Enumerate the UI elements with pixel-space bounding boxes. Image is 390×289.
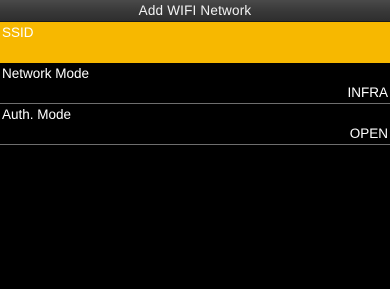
menu-item-network-mode[interactable]: Network Mode INFRA [0, 63, 390, 104]
page-title: Add WIFI Network [0, 0, 390, 22]
menu-item-value: OPEN [349, 126, 388, 141]
menu-item-label: SSID [2, 25, 34, 40]
wifi-add-screen: Add WIFI Network SSID Network Mode INFRA… [0, 0, 390, 289]
menu-item-label: Auth. Mode [2, 107, 72, 122]
menu-item-value: INFRA [347, 85, 389, 100]
settings-menu-list: SSID Network Mode INFRA Auth. Mode OPEN [0, 22, 390, 145]
menu-item-label: Network Mode [2, 66, 90, 81]
menu-item-ssid[interactable]: SSID [0, 22, 390, 63]
menu-item-auth-mode[interactable]: Auth. Mode OPEN [0, 104, 390, 145]
